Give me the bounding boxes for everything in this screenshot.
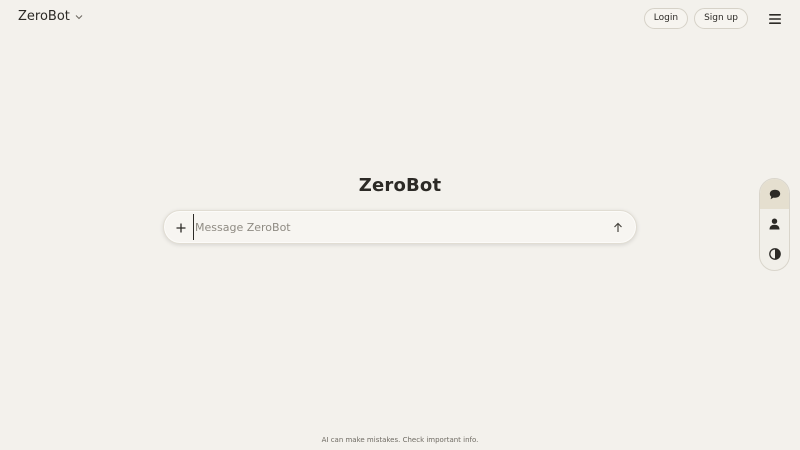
rail-account-button[interactable] — [760, 209, 789, 239]
page-title: ZeroBot — [358, 175, 442, 196]
contrast-icon — [768, 245, 781, 264]
user-icon — [769, 215, 780, 234]
chevron-down-icon — [75, 14, 83, 20]
message-input[interactable] — [193, 214, 608, 240]
login-button[interactable]: Login — [643, 7, 689, 29]
message-composer — [163, 210, 637, 244]
rail-chat-button[interactable] — [760, 179, 789, 210]
signup-button[interactable]: Sign up — [694, 7, 748, 29]
brand-name: ZeroBot — [18, 9, 70, 24]
rail-theme-button[interactable] — [760, 240, 789, 270]
chat-bubble-icon — [769, 185, 781, 204]
hamburger-icon — [769, 9, 781, 28]
header-actions: Login Sign up — [643, 7, 786, 29]
side-rail — [759, 178, 790, 271]
model-selector[interactable]: ZeroBot — [18, 9, 83, 24]
menu-button[interactable] — [764, 7, 786, 29]
arrow-up-icon — [613, 218, 623, 237]
plus-icon — [176, 218, 186, 237]
app-page: ZeroBot Login Sign up ZeroBot Message Ze… — [0, 0, 800, 450]
attach-button[interactable] — [172, 218, 190, 236]
send-button[interactable] — [608, 217, 628, 237]
footer-disclaimer: AI can make mistakes. Check important in… — [321, 436, 479, 444]
